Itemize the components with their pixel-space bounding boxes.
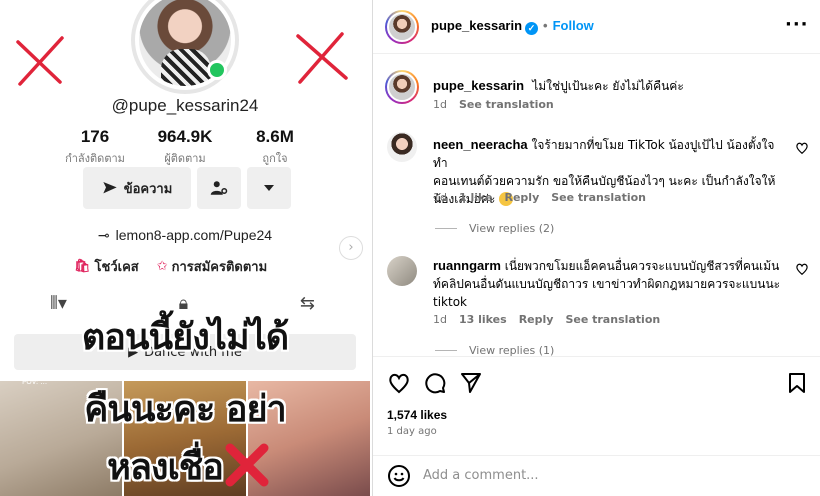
comment-time: 1d: [433, 313, 447, 326]
post-actions: 1,574 likes 1 day ago Add a comment...: [373, 356, 820, 496]
stat-number: 176: [80, 127, 110, 146]
tiktok-profile-screenshot: @pupe_kessarin24 176 กำลังติดตาม 964.9K …: [0, 0, 370, 496]
overlay-text-line: หลงเชื่อ: [107, 447, 224, 488]
person-gear-icon: [210, 181, 228, 195]
stat-following[interactable]: 176 กำลังติดตาม: [50, 127, 140, 167]
see-translation-link[interactable]: See translation: [551, 191, 646, 204]
reply-button[interactable]: Reply: [519, 313, 554, 326]
profile-avatar: [131, 0, 239, 94]
caption-time: 1d: [433, 98, 447, 111]
comment-username[interactable]: neen_neeracha: [433, 137, 528, 152]
comment-likes[interactable]: 1 like: [459, 191, 493, 204]
caption-text: ไม่ใช่ปูเป้นะคะ ยังไม่ได้คืนค่ะ: [532, 79, 684, 93]
share-icon[interactable]: [459, 371, 483, 395]
comment-text: คอนเทนต์ด้วยความรัก ขอให้คืนบัญชีน้องไวๆ…: [433, 174, 776, 188]
bio-link[interactable]: ⊸ lemon8-app.com/Pupe24: [0, 227, 370, 244]
link-icon: ⊸: [97, 227, 110, 243]
send-icon: [103, 182, 117, 194]
red-cross-mark: [222, 440, 272, 490]
online-status-dot: [207, 60, 227, 80]
heart-icon[interactable]: [795, 262, 809, 276]
post-header: pupe_kessarin ✓ • Follow ···: [373, 0, 820, 54]
caret-down-icon: [264, 185, 274, 191]
stat-label: ผู้ติดตาม: [164, 152, 206, 165]
comment-icon[interactable]: [423, 371, 447, 395]
view-replies-button[interactable]: View replies (2): [435, 222, 554, 235]
avatar[interactable]: [387, 132, 417, 162]
bio-link-text: lemon8-app.com/Pupe24: [115, 227, 273, 243]
showcase-label: โชว์เคส: [94, 260, 139, 275]
more-icon[interactable]: ···: [785, 14, 809, 35]
see-translation-link[interactable]: See translation: [565, 313, 660, 326]
red-cross-mark: [292, 28, 352, 88]
showcase-link[interactable]: 🛍︎ โชว์เคส: [74, 256, 139, 277]
comment-text: เนี่ยพวกขโมยแอ็คคนอื่นควรจะแบนบัญชีสวรที…: [504, 259, 780, 273]
follow-button[interactable]: Follow: [553, 18, 594, 33]
overlay-text-line: ตอนนี้ยังไม่ได้: [81, 317, 289, 358]
add-friend-button[interactable]: [197, 167, 241, 209]
stat-number: 8.6M: [256, 127, 294, 146]
heart-icon[interactable]: [795, 141, 809, 155]
post-time: 1 day ago: [387, 426, 437, 437]
subscribe-label: การสมัครติดตาม: [171, 260, 268, 275]
stat-followers[interactable]: 964.9K ผู้ติดตาม: [140, 127, 230, 167]
avatar[interactable]: [387, 256, 417, 286]
more-options-button[interactable]: [247, 167, 291, 209]
star-badge-icon: ✩: [156, 259, 168, 274]
red-cross-mark: [10, 30, 70, 90]
comment-input[interactable]: Add a comment...: [423, 468, 539, 483]
reply-button[interactable]: Reply: [505, 191, 540, 204]
avatar[interactable]: [385, 10, 419, 44]
smile-icon[interactable]: [387, 464, 411, 488]
message-label: ข้อความ: [123, 181, 173, 197]
heart-icon[interactable]: [387, 371, 411, 395]
see-translation-link[interactable]: See translation: [459, 98, 554, 111]
header-username[interactable]: pupe_kessarin: [431, 18, 522, 33]
caption-username[interactable]: pupe_kessarin: [433, 78, 524, 93]
tiktok-username: @pupe_kessarin24: [111, 96, 259, 115]
comment-text: ท์คลิปคนอื่นดันแบนบัญชีถาวร เขาข่าวทำผิด…: [433, 277, 781, 291]
stat-label: ถูกใจ: [262, 152, 288, 165]
view-replies-label: View replies (2): [469, 222, 555, 235]
comment-text: tiktok: [433, 295, 467, 309]
stat-likes[interactable]: 8.6M ถูกใจ: [230, 127, 320, 167]
overlay-text-line: คืนนะคะ อย่า: [84, 389, 287, 430]
comment-time: 1d: [433, 191, 447, 204]
verified-icon: ✓: [525, 22, 539, 35]
subscribe-link[interactable]: ✩ การสมัครติดตาม: [157, 256, 267, 277]
stat-label: กำลังติดตาม: [65, 152, 125, 165]
shopping-bag-icon: 🛍︎: [74, 259, 91, 274]
avatar[interactable]: [385, 70, 419, 104]
comment-likes[interactable]: 13 likes: [459, 313, 507, 326]
profile-stats: 176 กำลังติดตาม 964.9K ผู้ติดตาม 8.6M ถู…: [50, 127, 320, 167]
likes-count[interactable]: 1,574 likes: [387, 408, 447, 422]
comment-username[interactable]: ruanngarm: [433, 258, 501, 273]
add-comment-bar: Add a comment...: [373, 455, 820, 496]
stat-number: 964.9K: [157, 127, 213, 146]
instagram-post-panel: pupe_kessarin ✓ • Follow ··· pupe_kessarin …: [372, 0, 820, 496]
bookmark-icon[interactable]: [785, 371, 809, 395]
message-button[interactable]: ข้อความ: [83, 167, 191, 209]
chevron-right-icon[interactable]: ›: [339, 236, 363, 260]
